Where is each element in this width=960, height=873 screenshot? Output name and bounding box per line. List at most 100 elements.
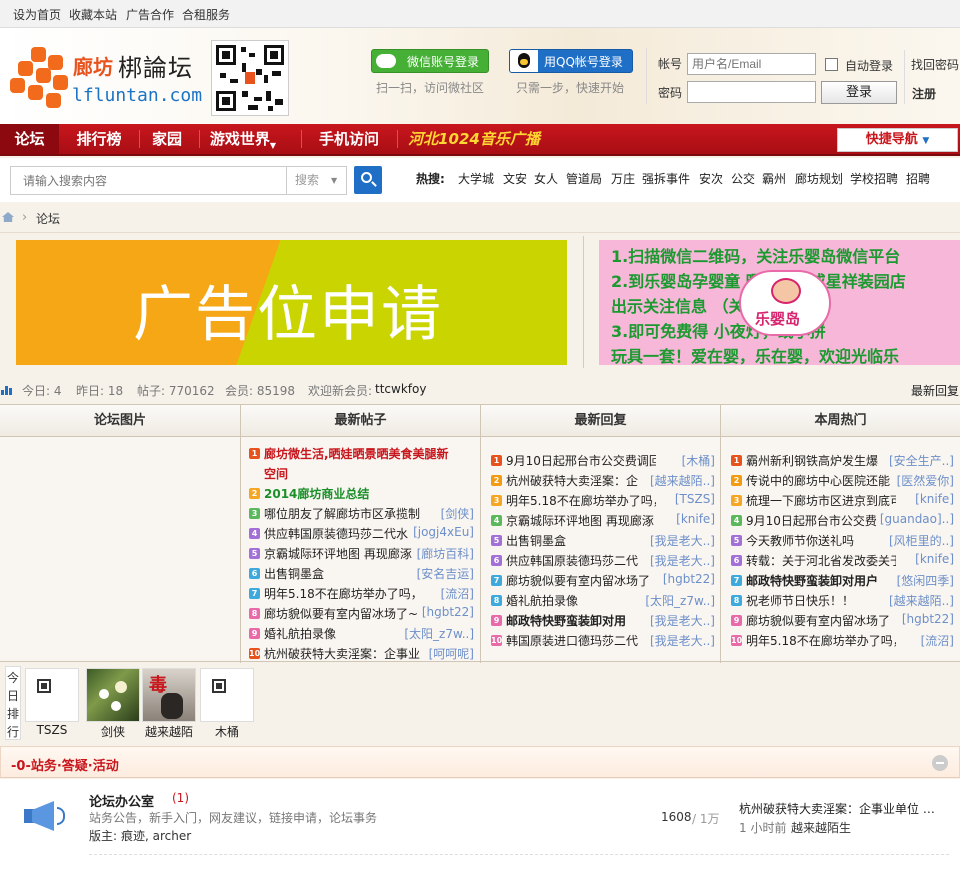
hot-search-item[interactable]: 文安 [503, 170, 527, 187]
list-item-author[interactable]: [我是老大..] [650, 612, 715, 629]
list-item-title[interactable]: 9月10日起邢台市公交费调回 [506, 452, 656, 472]
list-item-author[interactable]: [hgbt22] [902, 612, 954, 626]
nav-item-radio[interactable]: 河北1024音乐广播 [404, 124, 544, 154]
list-item-title[interactable]: 今天教师节你送礼吗 [746, 532, 896, 552]
list-item-author[interactable]: [hgbt22] [422, 605, 474, 619]
list-item-author[interactable]: [木桶] [682, 452, 715, 469]
list-item-title[interactable]: 廊坊貌似要有室内留冰场了 [506, 572, 656, 592]
list-item-title[interactable]: 转载：关于河北省发改委关于 [746, 552, 896, 572]
list-item-author[interactable]: [knife] [915, 552, 954, 566]
nav-item-mobile[interactable]: 手机访问 [310, 124, 388, 154]
hot-search-item[interactable]: 管道局 [566, 170, 602, 187]
moderators-list[interactable]: 痕迹, archer [121, 827, 191, 844]
rank-user-name[interactable]: TSZS [25, 723, 79, 737]
list-item-title[interactable]: 供应韩国原装德玛莎二代 [506, 552, 656, 572]
list-item-title[interactable]: 梳理一下廊坊市区进京到底可 [746, 492, 896, 512]
list-item-title[interactable]: 明年5.18不在廊坊举办了吗， [746, 632, 896, 652]
list-item-title[interactable]: 韩国原装进口德玛莎二代 [506, 632, 656, 652]
list-item-author[interactable]: [我是老大..] [650, 532, 715, 549]
last-post-title[interactable]: 杭州破获特大卖淫案：企事业单位 … [739, 800, 935, 817]
list-item-author[interactable]: [流沼] [921, 632, 954, 649]
home-icon[interactable] [2, 212, 14, 222]
list-item-author[interactable]: [TSZS] [675, 492, 715, 506]
ad-cooperation-link[interactable]: 广告合作 [126, 6, 174, 23]
list-item-author[interactable]: [knife] [676, 512, 715, 526]
list-item-author[interactable]: [我是老大..] [650, 632, 715, 649]
list-item-author[interactable]: [hgbt22] [663, 572, 715, 586]
search-button[interactable] [354, 166, 382, 194]
search-type-select[interactable]: 搜索 ▼ [287, 166, 347, 195]
collapse-icon[interactable] [932, 755, 948, 771]
password-input[interactable] [687, 81, 816, 103]
rank-user-name[interactable]: 剑侠 [86, 723, 140, 740]
hot-search-item[interactable]: 大学城 [458, 170, 494, 187]
section-title[interactable]: -0-站务·答疑·活动 [11, 755, 119, 774]
hot-search-item[interactable]: 廊坊规划 [795, 170, 843, 187]
hot-search-item[interactable]: 强拆事件 [642, 170, 690, 187]
rank-user-name[interactable]: 木桶 [200, 723, 254, 740]
list-item-author[interactable]: [悠闲四季] [897, 572, 954, 589]
list-item-title[interactable]: 2014廊坊商业总结 [264, 485, 490, 505]
list-item-title[interactable]: 祝老师节日快乐！！ [746, 592, 896, 612]
hot-search-item[interactable]: 安次 [699, 170, 723, 187]
list-item-author[interactable]: [安全生产..] [889, 452, 954, 469]
wechat-login-button[interactable]: 微信账号登录 [371, 49, 489, 73]
latest-reply-link[interactable]: 最新回复 [911, 382, 959, 399]
list-item-title[interactable]: 廊坊微生活,晒娃晒景晒美食美腿新 [264, 445, 490, 465]
list-item-author[interactable]: [流沼] [441, 585, 474, 602]
list-item-author[interactable]: [jogj4xEu] [413, 525, 474, 539]
auto-login-checkbox[interactable] [825, 58, 838, 71]
list-item-author[interactable]: [我是老大..] [650, 552, 715, 569]
hot-search-item[interactable]: 万庄 [611, 170, 635, 187]
ad-banner-right[interactable]: 1.扫描微信二维码，关注乐婴岛微信平台 2.到乐婴岛孕婴童 曙光道店或星祥装园店… [599, 240, 960, 365]
list-item-author[interactable]: [风柜里的..] [889, 532, 954, 549]
bookmark-link[interactable]: 收藏本站 [69, 6, 117, 23]
set-homepage-link[interactable]: 设为首页 [13, 6, 61, 23]
hot-search-item[interactable]: 公交 [731, 170, 755, 187]
list-item-title[interactable]: 传说中的廊坊中心医院还能 [746, 472, 896, 492]
nav-item-games[interactable]: 游戏世界▼ [205, 124, 281, 154]
list-item-author[interactable]: [廊坊百科] [417, 545, 474, 562]
list-item-author[interactable]: [knife] [915, 492, 954, 506]
list-item-title[interactable]: 婚礼航拍录像 [506, 592, 656, 612]
quick-nav-button[interactable]: 快捷导航 ▼ [837, 128, 958, 152]
ad-banner-left[interactable]: 广告位申请 [16, 240, 567, 365]
nav-item-home[interactable]: 家园 [143, 124, 191, 154]
list-item-title[interactable]: 明年5.18不在廊坊举办了吗， [506, 492, 656, 512]
hot-search-item[interactable]: 招聘 [906, 170, 930, 187]
list-item-title[interactable]: 京霸城际环评地图 再现廊涿 [506, 512, 656, 532]
list-item-author[interactable]: [太阳_z7w..] [645, 592, 715, 609]
list-item-author[interactable]: [医然爱你] [897, 472, 954, 489]
list-item-author[interactable]: [越来越陌..] [889, 592, 954, 609]
login-button[interactable]: 登录 [821, 81, 897, 104]
nav-item-ranking[interactable]: 排行榜 [64, 124, 134, 154]
search-input[interactable] [10, 166, 287, 195]
list-item-title[interactable]: 邮政特快野蛮装卸对用户 [746, 572, 896, 592]
list-item-title[interactable]: 邮政特快野蛮装卸对用 [506, 612, 656, 632]
qq-login-button[interactable]: 用QQ帐号登录 [509, 49, 633, 73]
find-password-link[interactable]: 找回密码 [911, 56, 959, 73]
forum-name-link[interactable]: 论坛办公室 [89, 791, 154, 810]
list-item-title[interactable]: 廊坊貌似要有室内留冰场了 [746, 612, 896, 632]
list-item-title[interactable]: 出售铜墨盒 [506, 532, 656, 552]
list-item-author[interactable]: [越来越陌..] [650, 472, 715, 489]
list-item-author[interactable]: [guandao]..] [880, 512, 954, 526]
hot-search-item[interactable]: 女人 [534, 170, 558, 187]
hot-search-item[interactable]: 霸州 [762, 170, 786, 187]
list-item-title[interactable]: 霸州新利钢铁高炉发生爆 [746, 452, 896, 472]
list-item-title[interactable]: 9月10日起邢台市公交费 [746, 512, 896, 532]
hot-search-item[interactable]: 学校招聘 [850, 170, 898, 187]
list-item-title[interactable]: 杭州破获特大卖淫案：企 [506, 472, 656, 492]
list-item-author[interactable]: [太阳_z7w..] [404, 625, 474, 642]
list-item-title[interactable]: 空间 [264, 465, 490, 485]
rank-user-name[interactable]: 越来越陌 [138, 723, 200, 740]
account-input[interactable] [687, 53, 816, 75]
avatar[interactable] [86, 668, 140, 722]
logo-icon[interactable] [10, 47, 68, 109]
avatar[interactable] [200, 668, 254, 722]
breadcrumb-current[interactable]: 论坛 [36, 210, 60, 227]
newest-member-link[interactable]: ttcwkfoy [375, 382, 426, 396]
avatar[interactable] [25, 668, 79, 722]
last-post-user[interactable]: 越来越陌生 [791, 819, 851, 836]
avatar[interactable]: 毒 [142, 668, 196, 722]
